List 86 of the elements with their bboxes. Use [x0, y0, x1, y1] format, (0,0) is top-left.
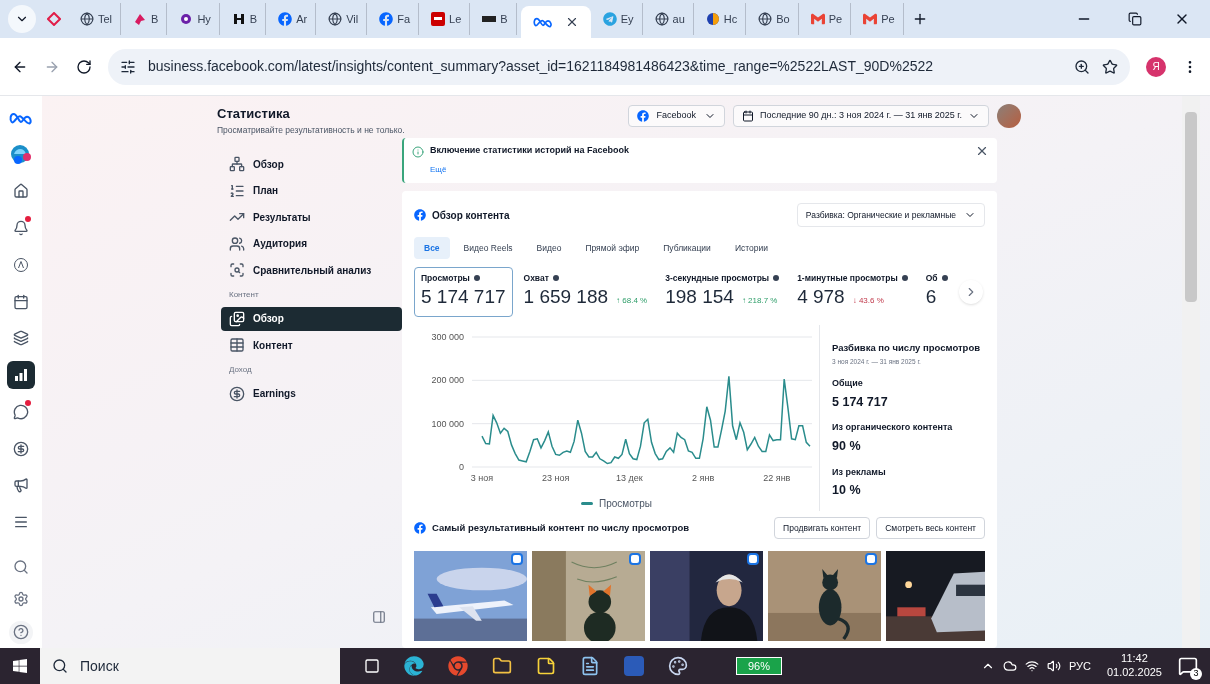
metric-value: 198 154 — [665, 284, 734, 309]
date-range-dropdown[interactable]: Последние 90 дн.: 3 ноя 2024 г. — 31 янв 2025 г. — [733, 105, 989, 127]
nav-item[interactable]: Аудитория — [221, 231, 402, 256]
metric-change: ↑ 218.7 % — [741, 294, 778, 307]
browser-tab[interactable]: Le — [423, 3, 471, 35]
metric-label: Просмотры — [421, 272, 470, 285]
platform-dropdown[interactable]: Facebook — [627, 105, 726, 127]
browser-tab[interactable]: B — [223, 3, 267, 35]
browser-tab[interactable]: Hc — [697, 3, 747, 35]
nav-item[interactable]: Результаты — [221, 205, 402, 230]
nav-section-heading: Контент — [228, 288, 260, 301]
breakdown-dropdown[interactable]: Разбивка: Органические и рекламные — [796, 203, 985, 227]
summary-label: Из рекламы — [832, 465, 887, 479]
content-tab[interactable]: Все — [414, 237, 450, 259]
taskbar-search-field[interactable]: Поиск — [40, 648, 340, 684]
metric-change: ↑ 68.4 % — [616, 294, 648, 307]
metric-value: 6 — [925, 284, 937, 309]
url-text: business.facebook.com/latest/insights/content_summary?asset_id=1621184981486423&time_range=%2522LAST_90D%2522 — [148, 57, 934, 76]
x-tick-label: 23 ноя — [541, 473, 569, 483]
summary-label: Общие — [832, 377, 864, 390]
address-bar[interactable]: business.facebook.com/latest/insights/content_summary?asset_id=1621184981486423&time_range=%2522LAST_90D%2522 — [108, 48, 1130, 85]
x-tick-label: 2 янв — [691, 473, 714, 483]
browser-tab[interactable]: Hy — [171, 3, 220, 35]
more-link[interactable]: Ещё — [430, 163, 447, 176]
nav-item[interactable]: Earnings — [221, 381, 402, 406]
metric-value: 4 978 — [797, 284, 845, 309]
card-title: Обзор контента — [432, 208, 510, 223]
content-tab[interactable]: Прямой эфир — [575, 237, 650, 259]
summary-title: Разбивка по числу просмотров — [832, 341, 982, 355]
metric-label: 3-секундные просмотры — [665, 272, 770, 285]
y-tick-label: 200 000 — [430, 375, 464, 386]
notice-title: Включение статистики историй на Facebook — [430, 144, 631, 157]
browser-tab[interactable]: Pe — [802, 3, 852, 35]
content-action-button[interactable]: Смотреть весь контент — [876, 517, 985, 539]
content-tab[interactable]: Видео — [526, 237, 572, 259]
page-title: Статистика — [217, 105, 291, 123]
summary-label: Из органического контента — [832, 421, 954, 435]
y-tick-label: 100 000 — [430, 418, 464, 429]
y-tick-label: 0 — [458, 462, 464, 472]
nav-item[interactable]: Обзор — [221, 306, 402, 331]
metric-label: 1-минутные просмотры — [797, 272, 898, 285]
y-tick-label: 300 000 — [430, 332, 464, 342]
nav-item[interactable]: Контент — [221, 333, 402, 358]
clock-time: 11:42 — [1121, 652, 1148, 666]
clock-date: 01.02.2025 — [1106, 666, 1162, 680]
metric-change: ↓ 43.6 % — [852, 294, 884, 307]
summary-value: 90 % — [832, 437, 862, 455]
battery-indicator: 96% — [736, 657, 782, 675]
browser-tab[interactable]: Tel — [72, 3, 122, 35]
metric-tile[interactable]: Охват 1 659 188 ↑ 68.4 % — [516, 267, 655, 317]
browser-tab[interactable]: Bo — [750, 3, 799, 35]
metric-tile[interactable]: 3-секундные просмотры 198 154 ↑ 218.7 % — [658, 267, 787, 317]
browser-tab[interactable]: B — [474, 3, 517, 35]
language-indicator[interactable]: РУС — [1068, 657, 1091, 675]
summary-value: 10 % — [832, 482, 862, 499]
content-tab[interactable]: Истории — [724, 237, 778, 259]
browser-tab[interactable]: au — [646, 3, 694, 35]
x-tick-label: 13 дек — [615, 473, 643, 483]
profile-avatar[interactable]: Я — [1146, 56, 1166, 77]
metric-tile[interactable]: 1-минутные просмотры 4 978 ↓ 43.6 % — [790, 267, 915, 317]
notification-count: 3 — [1190, 668, 1202, 680]
nav-item[interactable]: Обзор — [221, 152, 402, 177]
nav-item[interactable]: Сравнительный анализ — [221, 258, 402, 283]
metric-value: 5 174 717 — [421, 284, 506, 309]
content-tab[interactable]: Публикации — [653, 237, 721, 259]
browser-tab[interactable]: Fa — [371, 3, 420, 35]
legend-label: Просмотры — [599, 497, 652, 511]
metric-label: Охват — [523, 272, 549, 285]
summary-value: 5 174 717 — [832, 393, 889, 411]
x-tick-label: 3 ноя — [470, 473, 493, 483]
nav-section-heading: Доход — [228, 363, 253, 376]
browser-tab[interactable]: Vil — [320, 3, 368, 35]
content-action-button[interactable]: Продвигать контент — [774, 517, 871, 539]
browser-tab[interactable]: Ey — [594, 3, 643, 35]
nav-item[interactable]: План — [221, 178, 402, 203]
metric-label: Об — [925, 272, 938, 285]
metric-value: 1 659 188 — [523, 284, 609, 309]
x-tick-label: 22 янв — [762, 473, 790, 483]
page-subtitle: Просматривайте результативность и не только. — [217, 123, 402, 137]
browser-tab[interactable]: B — [125, 3, 168, 35]
content-tab[interactable]: Видео Reels — [453, 237, 523, 259]
metric-tile[interactable]: Просмотры 5 174 717 — [414, 267, 513, 317]
browser-tab[interactable]: Ar — [270, 3, 317, 35]
section-title: Самый результативный контент по числу просмотров — [432, 520, 690, 535]
browser-tab[interactable]: Pe — [855, 3, 904, 35]
metric-tile[interactable]: Об 6 — [918, 267, 955, 317]
